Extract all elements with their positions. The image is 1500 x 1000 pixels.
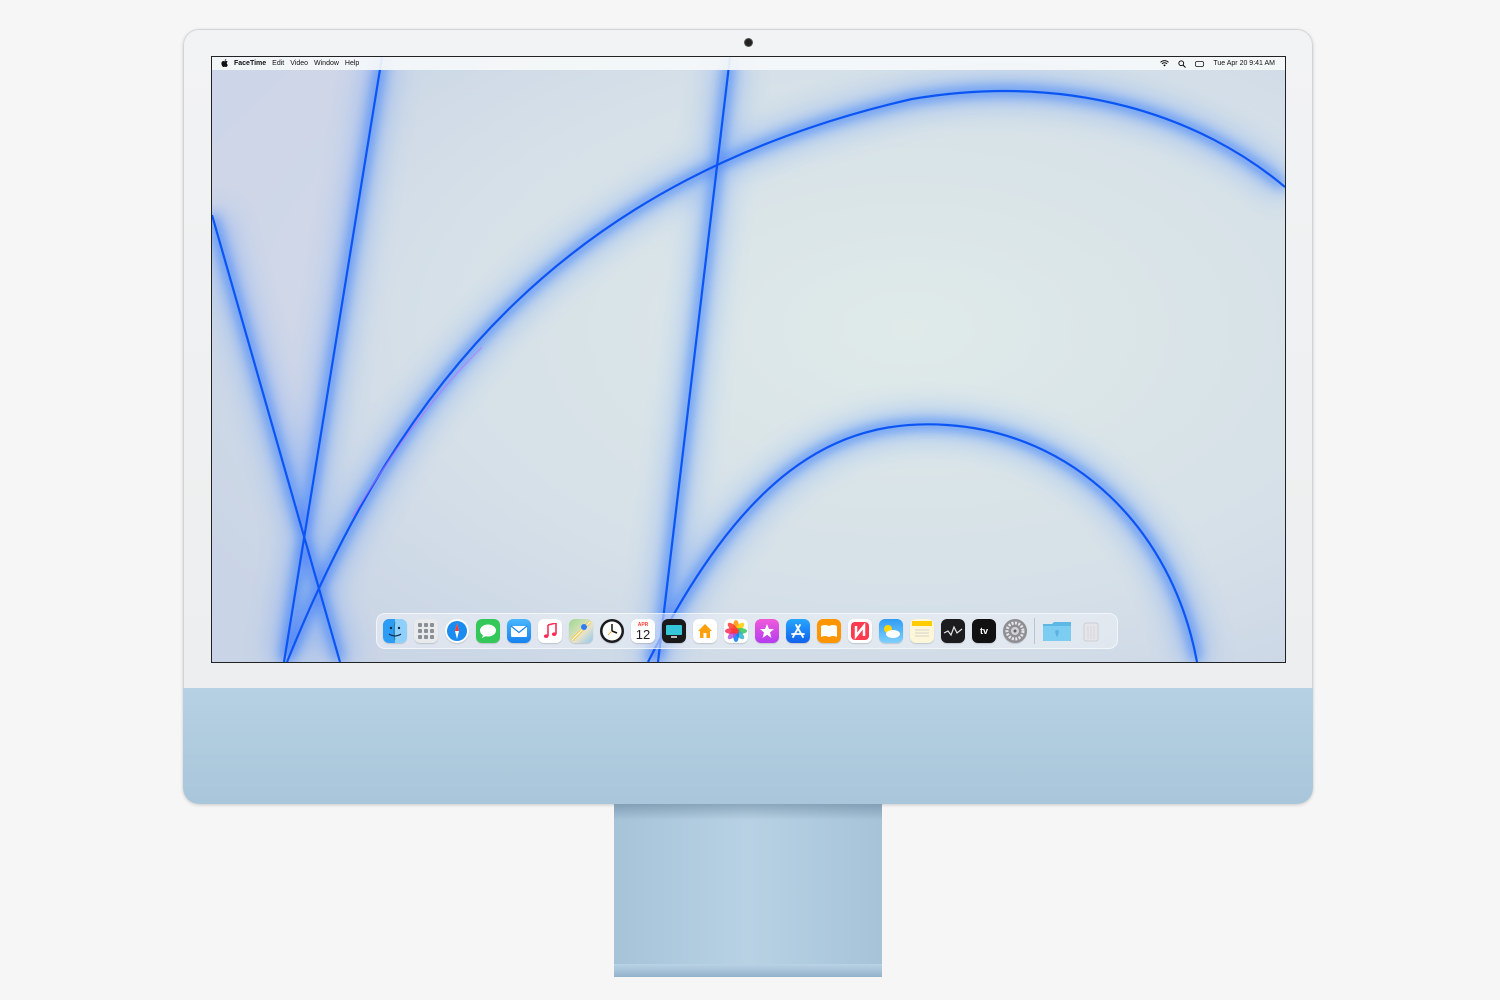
music-icon[interactable] [538,619,562,643]
desktop-wallpaper[interactable] [212,57,1285,662]
home-icon[interactable] [693,619,717,643]
stand-shadow [614,804,882,820]
menu-video[interactable]: Video [290,60,308,67]
apple-tv-icon[interactable]: tv [972,619,996,643]
display-stand [614,804,882,976]
trash-icon[interactable] [1079,619,1103,643]
screen: FaceTime Edit Video Window Help Tue Apr … [211,56,1286,663]
safari-icon[interactable] [445,619,469,643]
calendar-icon[interactable]: APR 12 [631,619,655,643]
apple-menu[interactable] [221,58,228,69]
apple-tv-label: tv [979,625,988,636]
menu-bar: FaceTime Edit Video Window Help Tue Apr … [212,57,1285,70]
stocks-icon[interactable] [941,619,965,643]
spotlight-search-icon[interactable] [1178,59,1187,68]
imac-display: FaceTime Edit Video Window Help Tue Apr … [183,29,1313,804]
clock-icon[interactable] [600,619,624,643]
photos-icon[interactable] [724,619,748,643]
stand-foot [614,964,882,977]
menu-clock[interactable]: Tue Apr 20 9:41 AM [1213,60,1275,67]
menu-app-name[interactable]: FaceTime [234,60,266,67]
maps-icon[interactable] [569,619,593,643]
menu-help[interactable]: Help [345,60,359,67]
wifi-icon[interactable] [1160,60,1170,67]
menu-window[interactable]: Window [314,60,339,67]
finder-icon[interactable] [383,619,407,643]
menu-edit[interactable]: Edit [272,60,284,67]
launchpad-icon[interactable] [414,619,438,643]
news-icon[interactable] [848,619,872,643]
folder-icon[interactable] [1042,619,1072,643]
system-preferences-icon[interactable] [1003,619,1027,643]
messages-icon[interactable] [476,619,500,643]
screen-icon[interactable] [662,619,686,643]
camera-icon [745,39,752,46]
mail-icon[interactable] [507,619,531,643]
apple-logo-icon [221,58,228,67]
calendar-day: 12 [635,626,651,642]
control-center-icon[interactable] [1195,60,1205,67]
display-bezel: FaceTime Edit Video Window Help Tue Apr … [183,29,1313,688]
weather-icon[interactable] [879,619,903,643]
dock-separator [1034,618,1035,644]
books-icon[interactable] [817,619,841,643]
notes-icon[interactable] [910,619,934,643]
dock: APR 12 tv [376,613,1118,649]
app-store-icon[interactable] [786,619,810,643]
star-icon[interactable] [755,619,779,643]
display-chin [183,688,1313,804]
